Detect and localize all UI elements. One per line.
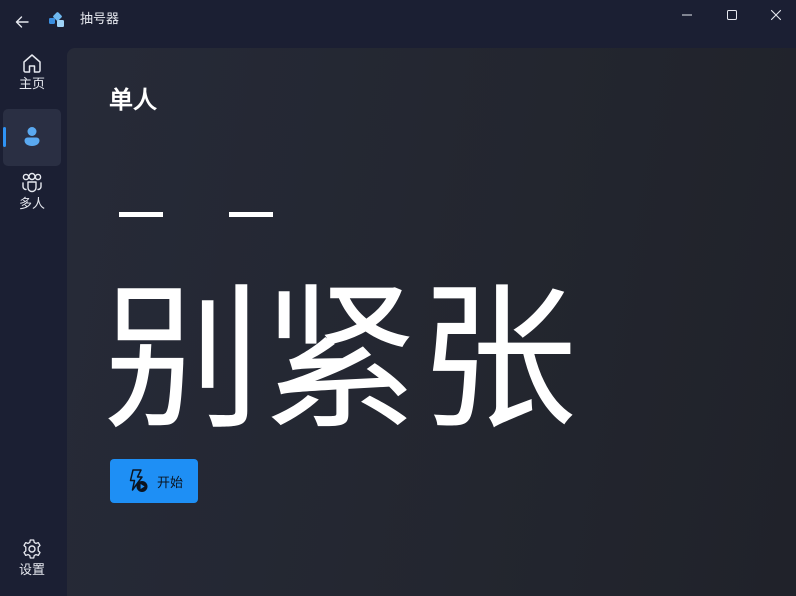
arrow-left-icon [15,16,29,28]
app-title: 抽号器 [80,12,120,27]
minimize-button[interactable] [664,0,710,30]
nav-item-label: 主页 [18,77,45,92]
result-placeholder-dash [229,212,273,217]
selection-indicator [3,127,6,147]
person-icon [24,127,40,146]
nav-item-single[interactable] [3,109,61,166]
nav-item-multi[interactable]: 多人 [3,172,61,220]
page-title: 单人 [109,86,157,114]
flash-play-icon [124,468,150,494]
close-button[interactable] [753,0,796,30]
minimize-icon [682,14,692,16]
title-bar: 抽号器 [0,0,796,42]
result-placeholder-dash [119,212,163,217]
nav-item-home[interactable]: 主页 [3,52,61,100]
nav-item-label: 多人 [18,197,45,212]
nav-item-settings[interactable]: 设置 [3,538,61,586]
result-display-text: 别紧张 [103,268,577,452]
start-button-label: 开始 [157,475,184,491]
nav-item-label: 设置 [18,563,45,578]
home-icon [23,54,41,73]
start-button[interactable]: 开始 [110,459,198,503]
app-logo-icon [49,12,64,27]
gear-icon [23,539,41,559]
maximize-icon [727,10,737,20]
close-icon [770,9,782,21]
app-window: 抽号器 主页 多人 设置 单人 别紧张 开始 [0,0,796,596]
people-group-icon [22,172,42,193]
maximize-button[interactable] [709,0,755,30]
content-panel: 单人 别紧张 开始 [67,48,796,596]
back-button[interactable] [10,10,34,34]
